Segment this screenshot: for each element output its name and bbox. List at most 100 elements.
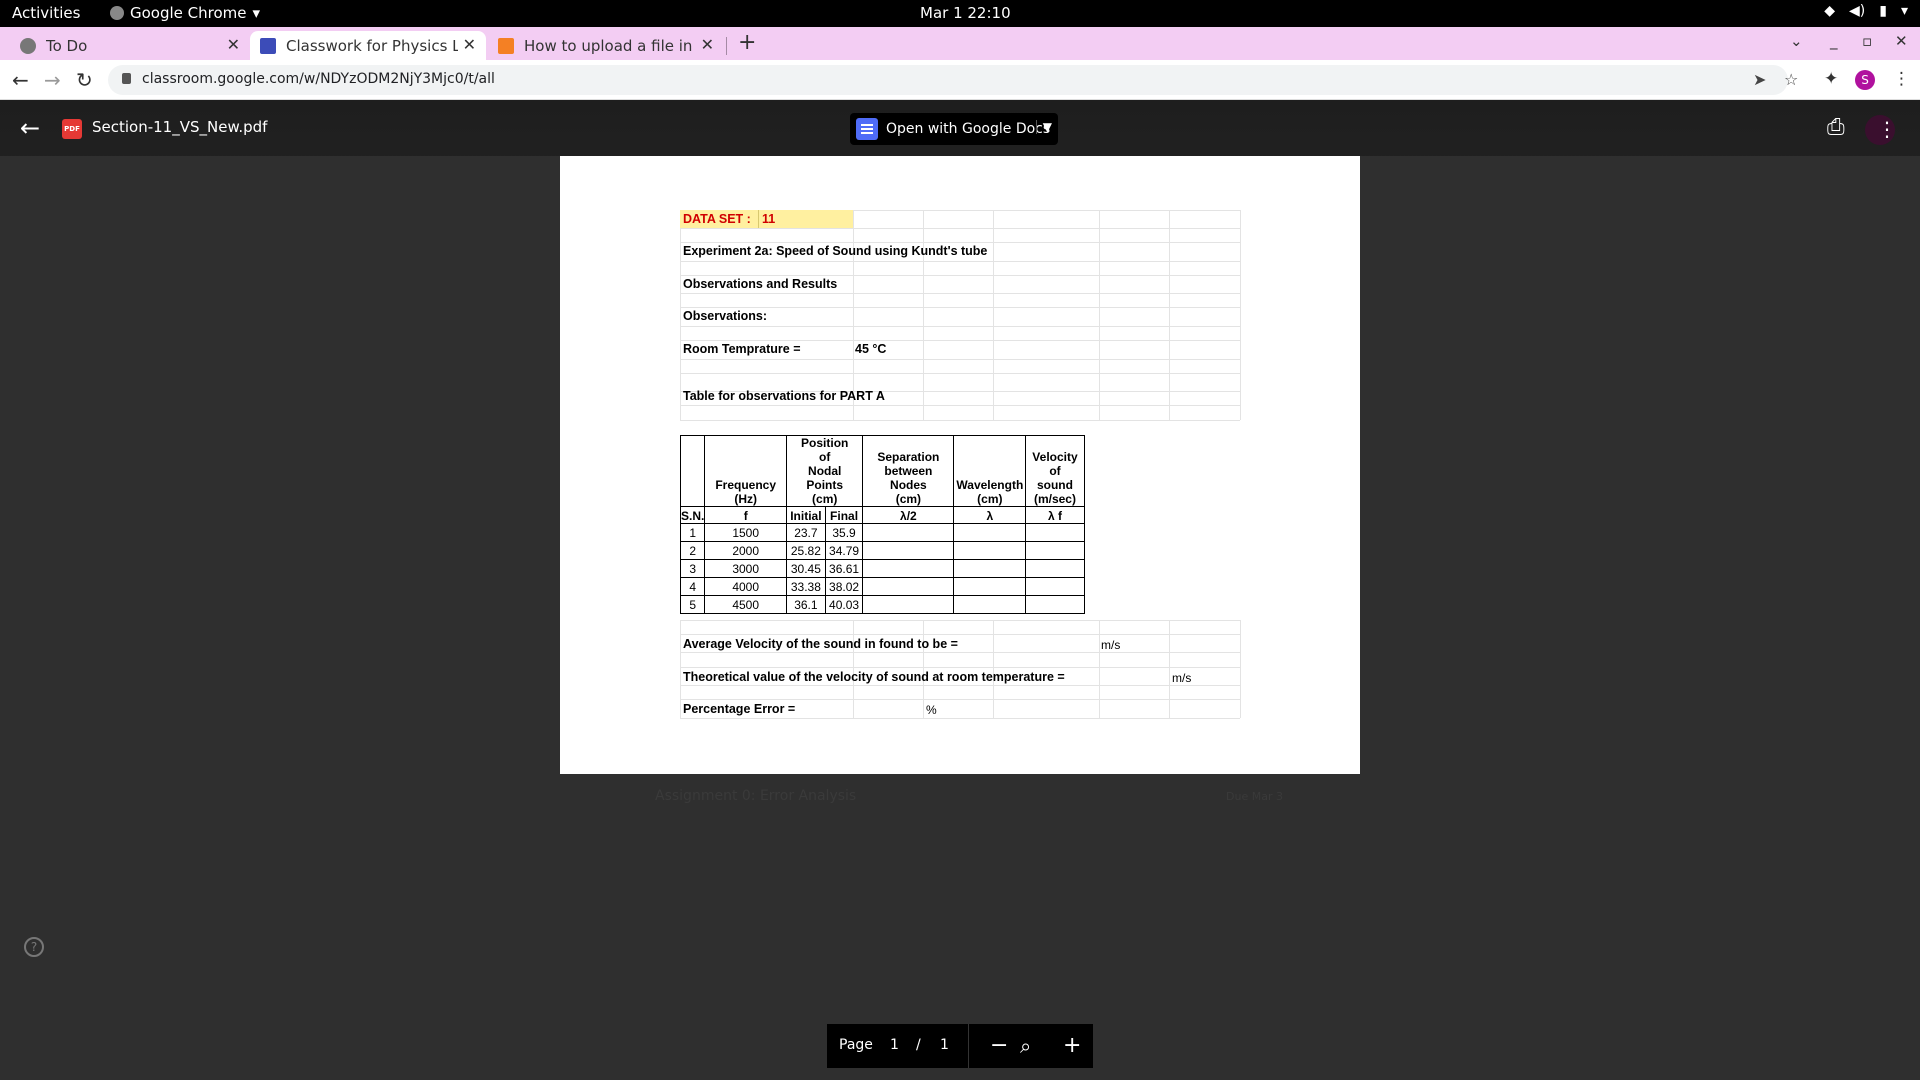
percentage-error-unit: % <box>926 703 937 717</box>
cell-frequency: 2000 <box>704 541 788 560</box>
reload-icon[interactable]: ↻ <box>76 68 93 92</box>
cell-sn: 2 <box>679 541 706 560</box>
header-final: Final <box>824 506 864 524</box>
header-frequency: Frequency (Hz) <box>704 435 788 507</box>
back-icon[interactable]: ← <box>12 68 29 92</box>
tab-title: To Do <box>46 36 88 55</box>
divider <box>968 1024 969 1068</box>
close-icon[interactable]: ✕ <box>227 35 240 54</box>
header-separation: Separation between Nodes (cm) <box>862 435 955 507</box>
close-icon[interactable]: ✕ <box>463 35 476 54</box>
cell-wavelength <box>953 559 1027 578</box>
restore-icon[interactable]: ▫ <box>1862 32 1872 50</box>
cell-separation <box>862 523 955 542</box>
header-lambda: λ <box>953 506 1027 524</box>
observations-heading: Observations: <box>683 309 768 323</box>
chrome-icon <box>110 6 124 20</box>
bookmark-star-icon[interactable]: ☆ <box>1784 70 1798 89</box>
room-temperature-label: Room Temprature = <box>683 342 801 356</box>
observations-results-heading: Observations and Results <box>683 277 838 291</box>
pdf-viewer: Assignment 0: Error Analysis Due Mar 3 ←… <box>0 100 1920 1080</box>
cell-separation <box>862 595 955 614</box>
tab-title: How to upload a file in Dj <box>524 36 696 55</box>
tab-stackoverflow[interactable]: How to upload a file in Dj ✕ <box>488 31 724 60</box>
forward-icon[interactable]: → <box>44 68 61 92</box>
cell-wavelength <box>953 541 1027 560</box>
battery-icon: ▮ <box>1879 3 1887 19</box>
pdf-page: DATA SET : 11 Experiment 2a: Speed of So… <box>560 156 1360 774</box>
open-with-google-docs-button[interactable]: Open with Google Docs ▼ <box>850 113 1058 145</box>
more-options-icon[interactable]: ⋮ <box>1877 117 1897 141</box>
cell-sn: 1 <box>679 523 706 542</box>
cell-initial: 25.82 <box>786 541 826 560</box>
tab-classwork[interactable]: Classwork for Physics Lab ✕ <box>250 31 486 60</box>
lock-icon <box>122 73 131 84</box>
table-title: Table for observations for PART A <box>683 389 885 403</box>
profile-avatar[interactable]: S <box>1855 70 1875 90</box>
cell-frequency: 1500 <box>704 523 788 542</box>
observation-table: Frequency (Hz) Position of Nodal Points … <box>679 435 1085 614</box>
header-position: Position of Nodal Points (cm) <box>786 435 864 507</box>
zoom-icon[interactable]: ⌕ <box>1020 1034 1031 1058</box>
todo-icon <box>20 37 36 54</box>
total-pages: 1 <box>940 1037 949 1053</box>
cell-final: 34.79 <box>824 541 864 560</box>
cell-separation <box>862 577 955 596</box>
caret-down-icon: ▾ <box>252 4 261 22</box>
tab-todo[interactable]: To Do ✕ <box>10 31 250 60</box>
activities-button[interactable]: Activities <box>12 4 80 22</box>
header-wavelength: Wavelength (cm) <box>953 435 1027 507</box>
table-row: 1 1500 23.7 35.9 <box>679 523 1085 542</box>
cell-final: 35.9 <box>824 523 864 542</box>
cell-final: 38.02 <box>824 577 864 596</box>
address-bar[interactable]: classroom.google.com/w/NDYzODM2NjY3Mjc0/… <box>108 65 1798 95</box>
cell-separation <box>862 559 955 578</box>
zoom-out-icon[interactable]: − <box>990 1033 1008 1058</box>
stackoverflow-icon <box>498 37 514 54</box>
header-initial: Initial <box>786 506 826 524</box>
cell-initial: 30.45 <box>786 559 826 578</box>
cell-velocity <box>1025 541 1085 560</box>
current-page-input[interactable]: 1 <box>890 1037 899 1053</box>
url-text: classroom.google.com/w/NDYzODM2NjY3Mjc0/… <box>142 71 495 87</box>
print-icon[interactable]: ⎙ <box>1827 115 1845 140</box>
extensions-icon[interactable]: ✦ <box>1824 69 1838 89</box>
cell-initial: 36.1 <box>786 595 826 614</box>
cell-frequency: 4000 <box>704 577 788 596</box>
experiment-title: Experiment 2a: Speed of Sound using Kund… <box>683 244 988 258</box>
system-tray[interactable]: ◆ ◀) ▮ ▾ <box>1824 3 1908 19</box>
pdf-file-icon: PDF <box>62 119 82 139</box>
cell-velocity <box>1025 577 1085 596</box>
new-tab-button[interactable]: + <box>738 30 756 55</box>
cell-initial: 33.38 <box>786 577 826 596</box>
caret-down-icon: ▾ <box>1900 3 1908 19</box>
cell-final: 40.03 <box>824 595 864 614</box>
table-row: 4 4000 33.38 38.02 <box>679 577 1085 596</box>
header-lambda-f: λ f <box>1025 506 1085 524</box>
close-window-icon[interactable]: ✕ <box>1895 32 1908 50</box>
google-docs-icon <box>856 118 878 140</box>
chevron-down-icon[interactable]: ▼ <box>1035 120 1052 134</box>
cell-velocity <box>1025 523 1085 542</box>
background-due-date: Due Mar 3 <box>1226 790 1283 803</box>
menu-more-icon[interactable]: ⋮ <box>1893 69 1910 89</box>
tab-search-icon[interactable]: ⌄ <box>1790 32 1803 50</box>
theoretical-velocity-unit: m/s <box>1172 671 1192 685</box>
tab-title: Classwork for Physics Lab <box>286 36 458 55</box>
header-sn-blank <box>679 435 706 507</box>
minimize-icon[interactable]: _ <box>1830 32 1838 50</box>
close-icon[interactable]: ✕ <box>701 35 714 54</box>
zoom-in-icon[interactable]: + <box>1063 1033 1081 1058</box>
clock[interactable]: Mar 1 22:10 <box>920 4 1011 22</box>
cell-wavelength <box>953 595 1027 614</box>
header-sn: S.N. <box>679 506 706 524</box>
header-velocity: Velocity of sound (m/sec) <box>1025 435 1085 507</box>
cell-final: 36.61 <box>824 559 864 578</box>
help-icon[interactable]: ? <box>24 937 44 957</box>
cell-wavelength <box>953 577 1027 596</box>
app-menu[interactable]: Google Chrome ▾ <box>110 4 260 22</box>
send-icon[interactable]: ➤ <box>1753 70 1766 89</box>
back-arrow-icon[interactable]: ← <box>20 114 40 142</box>
average-velocity-label: Average Velocity of the sound in found t… <box>683 637 958 651</box>
page-label: Page <box>839 1037 873 1053</box>
